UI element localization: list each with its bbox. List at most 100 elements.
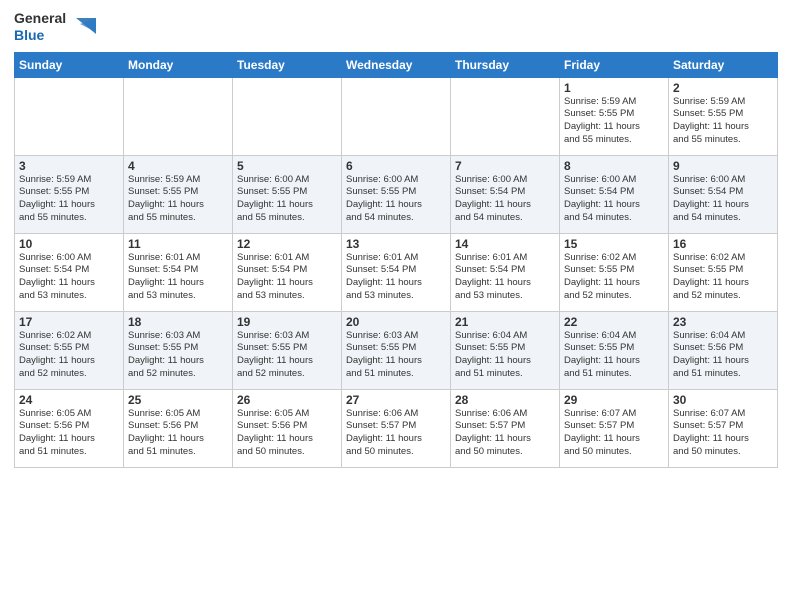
- calendar-cell: 24Sunrise: 6:05 AM Sunset: 5:56 PM Dayli…: [15, 389, 124, 467]
- weekday-header-thursday: Thursday: [451, 52, 560, 77]
- day-number: 14: [455, 237, 555, 251]
- calendar-cell: 22Sunrise: 6:04 AM Sunset: 5:55 PM Dayli…: [560, 311, 669, 389]
- day-info: Sunrise: 6:00 AM Sunset: 5:55 PM Dayligh…: [237, 174, 337, 225]
- calendar-cell: 30Sunrise: 6:07 AM Sunset: 5:57 PM Dayli…: [669, 389, 778, 467]
- calendar-week-row: 3Sunrise: 5:59 AM Sunset: 5:55 PM Daylig…: [15, 155, 778, 233]
- calendar-cell: 7Sunrise: 6:00 AM Sunset: 5:54 PM Daylig…: [451, 155, 560, 233]
- day-info: Sunrise: 6:05 AM Sunset: 5:56 PM Dayligh…: [19, 408, 119, 459]
- day-info: Sunrise: 6:04 AM Sunset: 5:55 PM Dayligh…: [455, 330, 555, 381]
- day-number: 15: [564, 237, 664, 251]
- weekday-header-row: SundayMondayTuesdayWednesdayThursdayFrid…: [15, 52, 778, 77]
- day-number: 2: [673, 81, 773, 95]
- weekday-header-sunday: Sunday: [15, 52, 124, 77]
- day-info: Sunrise: 6:04 AM Sunset: 5:55 PM Dayligh…: [564, 330, 664, 381]
- calendar-cell: 17Sunrise: 6:02 AM Sunset: 5:55 PM Dayli…: [15, 311, 124, 389]
- day-info: Sunrise: 6:02 AM Sunset: 5:55 PM Dayligh…: [673, 252, 773, 303]
- page-container: General Blue SundayMondayTuesdayWednesda…: [0, 0, 792, 476]
- day-number: 22: [564, 315, 664, 329]
- day-info: Sunrise: 5:59 AM Sunset: 5:55 PM Dayligh…: [128, 174, 228, 225]
- day-number: 30: [673, 393, 773, 407]
- day-info: Sunrise: 6:03 AM Sunset: 5:55 PM Dayligh…: [128, 330, 228, 381]
- calendar-cell: 10Sunrise: 6:00 AM Sunset: 5:54 PM Dayli…: [15, 233, 124, 311]
- day-number: 28: [455, 393, 555, 407]
- day-number: 26: [237, 393, 337, 407]
- calendar-week-row: 1 Sunrise: 5:59 AM Sunset: 5:55 PM Daylig…: [15, 77, 778, 155]
- calendar-cell: 9Sunrise: 6:00 AM Sunset: 5:54 PM Daylig…: [669, 155, 778, 233]
- weekday-header-friday: Friday: [560, 52, 669, 77]
- day-info: Sunrise: 6:06 AM Sunset: 5:57 PM Dayligh…: [346, 408, 446, 459]
- day-info: Sunrise: 6:01 AM Sunset: 5:54 PM Dayligh…: [237, 252, 337, 303]
- day-number: 9: [673, 159, 773, 173]
- day-number: 12: [237, 237, 337, 251]
- calendar-cell: 14Sunrise: 6:01 AM Sunset: 5:54 PM Dayli…: [451, 233, 560, 311]
- calendar-cell: 6Sunrise: 6:00 AM Sunset: 5:55 PM Daylig…: [342, 155, 451, 233]
- calendar-cell: 23Sunrise: 6:04 AM Sunset: 5:56 PM Dayli…: [669, 311, 778, 389]
- day-number: 4: [128, 159, 228, 173]
- day-info: Sunrise: 5:59 AM Sunset: 5:55 PM Dayligh…: [673, 96, 773, 147]
- day-number: 24: [19, 393, 119, 407]
- calendar-cell: 20Sunrise: 6:03 AM Sunset: 5:55 PM Dayli…: [342, 311, 451, 389]
- day-number: 23: [673, 315, 773, 329]
- calendar-cell: 18Sunrise: 6:03 AM Sunset: 5:55 PM Dayli…: [124, 311, 233, 389]
- day-info: Sunrise: 6:05 AM Sunset: 5:56 PM Dayligh…: [128, 408, 228, 459]
- day-number: 20: [346, 315, 446, 329]
- weekday-header-wednesday: Wednesday: [342, 52, 451, 77]
- logo: General Blue: [14, 10, 96, 44]
- calendar-cell: [233, 77, 342, 155]
- weekday-header-saturday: Saturday: [669, 52, 778, 77]
- day-number: 21: [455, 315, 555, 329]
- calendar-cell: 15Sunrise: 6:02 AM Sunset: 5:55 PM Dayli…: [560, 233, 669, 311]
- calendar-cell: 19Sunrise: 6:03 AM Sunset: 5:55 PM Dayli…: [233, 311, 342, 389]
- header: General Blue: [14, 10, 778, 44]
- day-number: 13: [346, 237, 446, 251]
- day-info: Sunrise: 6:03 AM Sunset: 5:55 PM Dayligh…: [237, 330, 337, 381]
- calendar-cell: [451, 77, 560, 155]
- calendar-cell: [15, 77, 124, 155]
- day-info: Sunrise: 6:01 AM Sunset: 5:54 PM Dayligh…: [455, 252, 555, 303]
- weekday-header-tuesday: Tuesday: [233, 52, 342, 77]
- day-info: Sunrise: 6:04 AM Sunset: 5:56 PM Dayligh…: [673, 330, 773, 381]
- day-number: 17: [19, 315, 119, 329]
- day-info: Sunrise: 6:00 AM Sunset: 5:54 PM Dayligh…: [564, 174, 664, 225]
- calendar-cell: 8Sunrise: 6:00 AM Sunset: 5:54 PM Daylig…: [560, 155, 669, 233]
- calendar-cell: 12Sunrise: 6:01 AM Sunset: 5:54 PM Dayli…: [233, 233, 342, 311]
- day-info: Sunrise: 6:00 AM Sunset: 5:54 PM Dayligh…: [455, 174, 555, 225]
- calendar-cell: 26Sunrise: 6:05 AM Sunset: 5:56 PM Dayli…: [233, 389, 342, 467]
- day-info: Sunrise: 5:59 AM Sunset: 5:55 PM Dayligh…: [19, 174, 119, 225]
- calendar-cell: 3Sunrise: 5:59 AM Sunset: 5:55 PM Daylig…: [15, 155, 124, 233]
- day-info: Sunrise: 6:03 AM Sunset: 5:55 PM Dayligh…: [346, 330, 446, 381]
- day-number: 11: [128, 237, 228, 251]
- day-number: 18: [128, 315, 228, 329]
- calendar-cell: 21Sunrise: 6:04 AM Sunset: 5:55 PM Dayli…: [451, 311, 560, 389]
- day-number: 6: [346, 159, 446, 173]
- day-number: 5: [237, 159, 337, 173]
- day-number: 25: [128, 393, 228, 407]
- day-number: 1: [564, 81, 664, 95]
- day-info: Sunrise: 6:01 AM Sunset: 5:54 PM Dayligh…: [346, 252, 446, 303]
- calendar-cell: 16Sunrise: 6:02 AM Sunset: 5:55 PM Dayli…: [669, 233, 778, 311]
- logo-text: General Blue: [14, 10, 96, 44]
- day-number: 7: [455, 159, 555, 173]
- day-info: Sunrise: 6:02 AM Sunset: 5:55 PM Dayligh…: [564, 252, 664, 303]
- calendar-cell: 28Sunrise: 6:06 AM Sunset: 5:57 PM Dayli…: [451, 389, 560, 467]
- calendar-cell: 29Sunrise: 6:07 AM Sunset: 5:57 PM Dayli…: [560, 389, 669, 467]
- day-number: 3: [19, 159, 119, 173]
- day-info: Sunrise: 6:05 AM Sunset: 5:56 PM Dayligh…: [237, 408, 337, 459]
- day-info: Sunrise: 6:07 AM Sunset: 5:57 PM Dayligh…: [673, 408, 773, 459]
- logo-bird-icon: [70, 14, 96, 40]
- calendar-week-row: 24Sunrise: 6:05 AM Sunset: 5:56 PM Dayli…: [15, 389, 778, 467]
- calendar-cell: 25Sunrise: 6:05 AM Sunset: 5:56 PM Dayli…: [124, 389, 233, 467]
- day-info: Sunrise: 6:00 AM Sunset: 5:54 PM Dayligh…: [19, 252, 119, 303]
- calendar-cell: 13Sunrise: 6:01 AM Sunset: 5:54 PM Dayli…: [342, 233, 451, 311]
- calendar-cell: 1Sunrise: 5:59 AM Sunset: 5:55 PM Daylig…: [560, 77, 669, 155]
- calendar-table: SundayMondayTuesdayWednesdayThursdayFrid…: [14, 52, 778, 468]
- calendar-cell: 4Sunrise: 5:59 AM Sunset: 5:55 PM Daylig…: [124, 155, 233, 233]
- day-info: Sunrise: 6:07 AM Sunset: 5:57 PM Dayligh…: [564, 408, 664, 459]
- calendar-cell: 5Sunrise: 6:00 AM Sunset: 5:55 PM Daylig…: [233, 155, 342, 233]
- day-info: Sunrise: 6:00 AM Sunset: 5:54 PM Dayligh…: [673, 174, 773, 225]
- calendar-week-row: 10Sunrise: 6:00 AM Sunset: 5:54 PM Dayli…: [15, 233, 778, 311]
- calendar-cell: [342, 77, 451, 155]
- calendar-cell: 27Sunrise: 6:06 AM Sunset: 5:57 PM Dayli…: [342, 389, 451, 467]
- day-number: 8: [564, 159, 664, 173]
- day-info: Sunrise: 6:02 AM Sunset: 5:55 PM Dayligh…: [19, 330, 119, 381]
